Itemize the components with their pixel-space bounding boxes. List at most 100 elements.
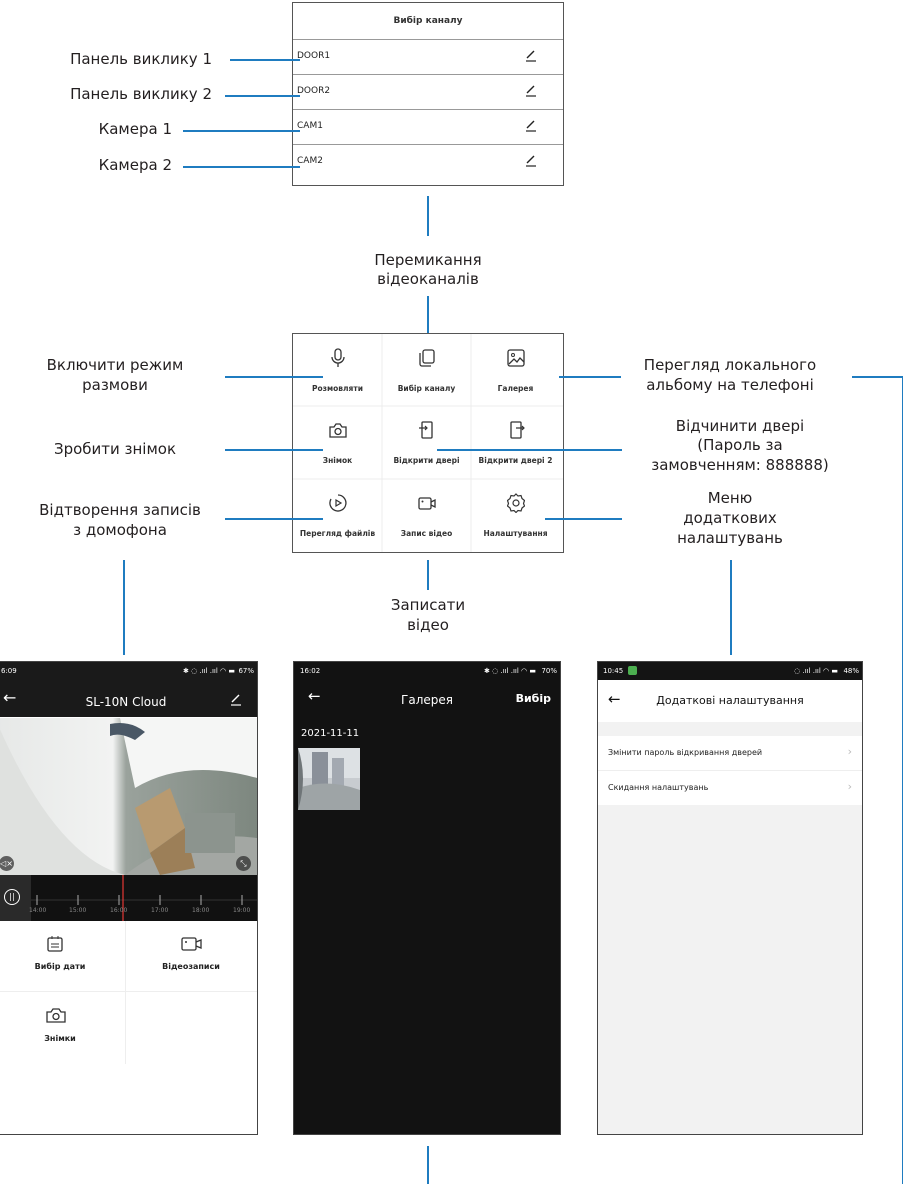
annotation-menu-line3: налаштувань bbox=[677, 529, 783, 547]
channel-row-door1[interactable]: DOOR1 bbox=[293, 40, 563, 75]
channel-row-cam1[interactable]: CAM1 bbox=[293, 110, 563, 145]
settings-title: Додаткові налаштування bbox=[656, 694, 804, 707]
gear-icon bbox=[507, 493, 525, 513]
channel-button[interactable]: Вибір каналу bbox=[382, 334, 471, 406]
annotation-playback-line2: з домофона bbox=[73, 521, 167, 539]
annotation-menu-line2: додаткових bbox=[683, 509, 777, 527]
snapshot-label: Знімок bbox=[322, 456, 353, 465]
channel-row-door2[interactable]: DOOR2 bbox=[293, 75, 563, 110]
channel-label: CAM2 bbox=[297, 156, 323, 166]
connector-line bbox=[225, 449, 323, 451]
channel-label: Вибір каналу bbox=[397, 384, 456, 393]
status-icons: ◌ .ııl .ııl ◠ ▬ bbox=[794, 667, 838, 675]
snapshots-button[interactable]: Знімки bbox=[0, 992, 126, 1064]
status-bar: 10:45 ◌ .ııl .ııl ◠ ▬ 48% bbox=[598, 662, 862, 680]
tick-label: 15:00 bbox=[69, 907, 87, 914]
channel-label: CAM1 bbox=[297, 121, 323, 131]
open-door2-label: Відкрити двері 2 bbox=[478, 456, 553, 465]
videos-label: Відеозаписи bbox=[162, 962, 220, 971]
annotation-menu-line1: Меню bbox=[707, 489, 753, 507]
connector-line bbox=[545, 518, 622, 520]
battery-level: 67% bbox=[238, 667, 254, 675]
gallery-date: 2021-11-11 bbox=[301, 728, 360, 739]
connector-line bbox=[225, 95, 300, 97]
microphone-icon bbox=[331, 348, 345, 367]
connector-line bbox=[427, 560, 429, 590]
connector-line bbox=[225, 376, 323, 378]
top-bar: 6:09 ✱ ◌ .ııl .ııl ◠ ▬ 67% ← SL-10N Clou… bbox=[0, 662, 257, 717]
settings-item-change-password[interactable]: Змінити пароль відкривання дверей › bbox=[598, 736, 862, 771]
connector-line bbox=[437, 449, 622, 451]
connector-line bbox=[123, 560, 125, 655]
snapshots-label: Знімки bbox=[44, 1034, 76, 1043]
camera-icon bbox=[329, 423, 347, 438]
phone-gallery-screen: 16:02 ✱ ◌ .ııl .ııl ◠ ▬ 70% ← Галерея Ви… bbox=[293, 661, 561, 1135]
thumbnail-image bbox=[298, 748, 360, 810]
gallery-button[interactable]: Галерея bbox=[471, 334, 560, 406]
record-video-button[interactable]: Запис відео bbox=[382, 479, 471, 551]
select-button[interactable]: Вибір bbox=[516, 692, 551, 705]
app-header: ← Додаткові налаштування bbox=[598, 680, 862, 722]
connector-line bbox=[230, 59, 300, 61]
open-door2-button[interactable]: Відкрити двері 2 bbox=[471, 406, 560, 478]
edit-icon[interactable] bbox=[525, 153, 537, 167]
tick-label: 16:00 bbox=[110, 907, 128, 914]
talk-label: Розмовляти bbox=[312, 384, 363, 393]
status-time: 10:45 bbox=[603, 667, 624, 675]
fullscreen-icon[interactable]: ⤡ bbox=[236, 856, 251, 871]
status-icons: ✱ ◌ .ııl .ııl ◠ ▬ bbox=[484, 667, 536, 675]
playback-label: Перегляд файлів bbox=[299, 529, 376, 538]
edit-icon[interactable] bbox=[229, 692, 243, 706]
settings-button[interactable]: Налаштування bbox=[471, 479, 560, 551]
annotation-talk-line2: размови bbox=[82, 376, 148, 394]
date-select-label: Вибір дати bbox=[34, 962, 86, 971]
channel-label: DOOR1 bbox=[297, 51, 331, 61]
channel-row-cam2[interactable]: CAM2 bbox=[293, 145, 563, 179]
chevron-right-icon: › bbox=[847, 745, 852, 758]
channel-panel-title: Вибір каналу bbox=[293, 3, 563, 40]
gallery-label: Галерея bbox=[497, 384, 534, 393]
edit-icon[interactable] bbox=[525, 48, 537, 62]
annotation-door-line3: замовченням: 888888) bbox=[651, 456, 829, 474]
settings-item-label: Скидання налаштувань bbox=[608, 783, 709, 792]
annotation-gallery-line2: альбому на телефоні bbox=[646, 376, 814, 394]
status-bar: 16:02 ✱ ◌ .ııl .ııl ◠ ▬ 70% bbox=[294, 662, 560, 680]
door-open-icon bbox=[510, 421, 525, 439]
status-bar: 6:09 ✱ ◌ .ııl .ııl ◠ ▬ 67% bbox=[0, 662, 257, 680]
annotation-switch-line1: Перемикання bbox=[374, 251, 482, 269]
tick-label: 14:00 bbox=[29, 907, 47, 914]
tick-label: 17:00 bbox=[151, 907, 169, 914]
notification-icon bbox=[628, 666, 637, 675]
open-door-label: Відкрити двері bbox=[393, 456, 460, 465]
phone-playback-screen: 6:09 ✱ ◌ .ııl .ııl ◠ ▬ 67% ← SL-10N Clou… bbox=[0, 661, 258, 1135]
battery-level: 48% bbox=[843, 667, 859, 675]
gallery-thumbnail[interactable] bbox=[298, 748, 360, 810]
annotation-record-line1: Записати bbox=[390, 596, 466, 614]
pause-button[interactable]: || bbox=[0, 875, 31, 921]
annotation-gallery-line1: Перегляд локального bbox=[643, 356, 817, 374]
videos-button[interactable]: Відеозаписи bbox=[125, 921, 257, 992]
annotation-cam2: Камера 2 bbox=[98, 156, 172, 174]
edit-icon[interactable] bbox=[525, 83, 537, 97]
snapshot-button[interactable]: Знімок bbox=[293, 406, 382, 478]
date-select-button[interactable]: Вибір дати bbox=[0, 921, 126, 992]
annotation-playback-line1: Відтворення записів bbox=[39, 501, 201, 519]
channel-select-panel: Вибір каналу DOOR1 DOOR2 CAM1 CAM2 bbox=[292, 2, 564, 186]
camera-feed-image bbox=[0, 718, 257, 875]
annotation-door-line2: (Пароль за bbox=[697, 436, 783, 454]
settings-item-reset[interactable]: Скидання налаштувань › bbox=[598, 771, 862, 805]
door-open-icon bbox=[419, 421, 433, 439]
connector-line bbox=[183, 166, 300, 168]
chevron-right-icon: › bbox=[847, 780, 852, 793]
connector-line bbox=[427, 1146, 429, 1184]
status-time: 16:02 bbox=[300, 667, 321, 675]
phone-settings-screen: 10:45 ◌ .ııl .ııl ◠ ▬ 48% ← Додаткові на… bbox=[597, 661, 863, 1135]
edit-icon[interactable] bbox=[525, 118, 537, 132]
annotation-panel2: Панель виклику 2 bbox=[70, 85, 212, 103]
playback-button[interactable]: Перегляд файлів bbox=[293, 479, 382, 551]
open-door-button[interactable]: Відкрити двері bbox=[382, 406, 471, 478]
video-view[interactable]: ◁× ⤡ bbox=[0, 718, 257, 875]
timeline[interactable]: || 14:00 15:00 16:00 17:00 18:00 19:00 bbox=[0, 875, 257, 921]
camera-icon bbox=[46, 1008, 66, 1023]
talk-button[interactable]: Розмовляти bbox=[293, 334, 382, 406]
